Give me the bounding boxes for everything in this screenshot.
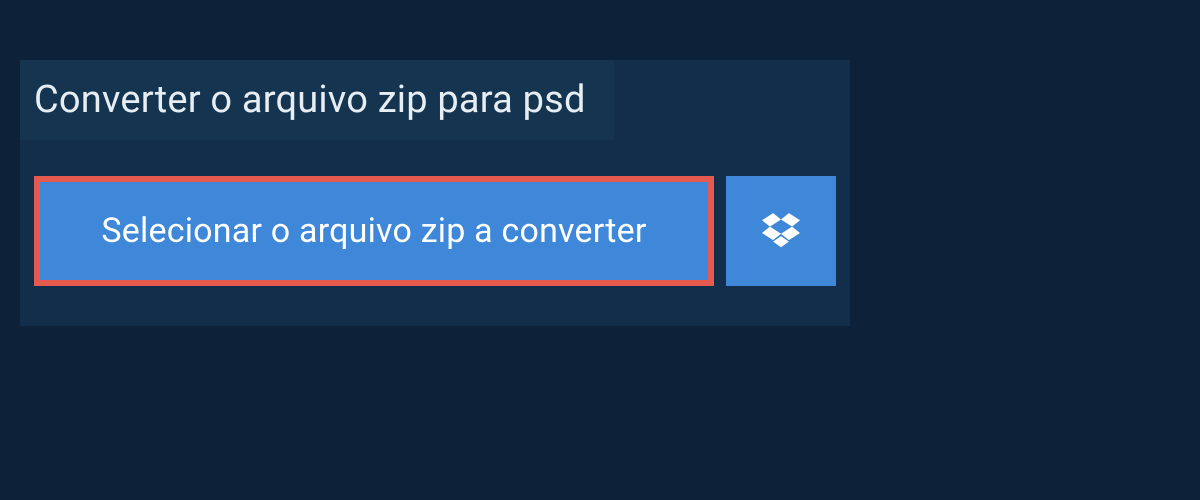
dropbox-icon xyxy=(762,210,800,252)
converter-card: Converter o arquivo zip para psd Selecio… xyxy=(20,60,850,326)
button-row: Selecionar o arquivo zip a converter xyxy=(34,176,836,286)
select-file-button[interactable]: Selecionar o arquivo zip a converter xyxy=(34,176,714,286)
dropbox-button[interactable] xyxy=(726,176,836,286)
select-file-label: Selecionar o arquivo zip a converter xyxy=(101,211,646,251)
card-title: Converter o arquivo zip para psd xyxy=(20,60,614,140)
